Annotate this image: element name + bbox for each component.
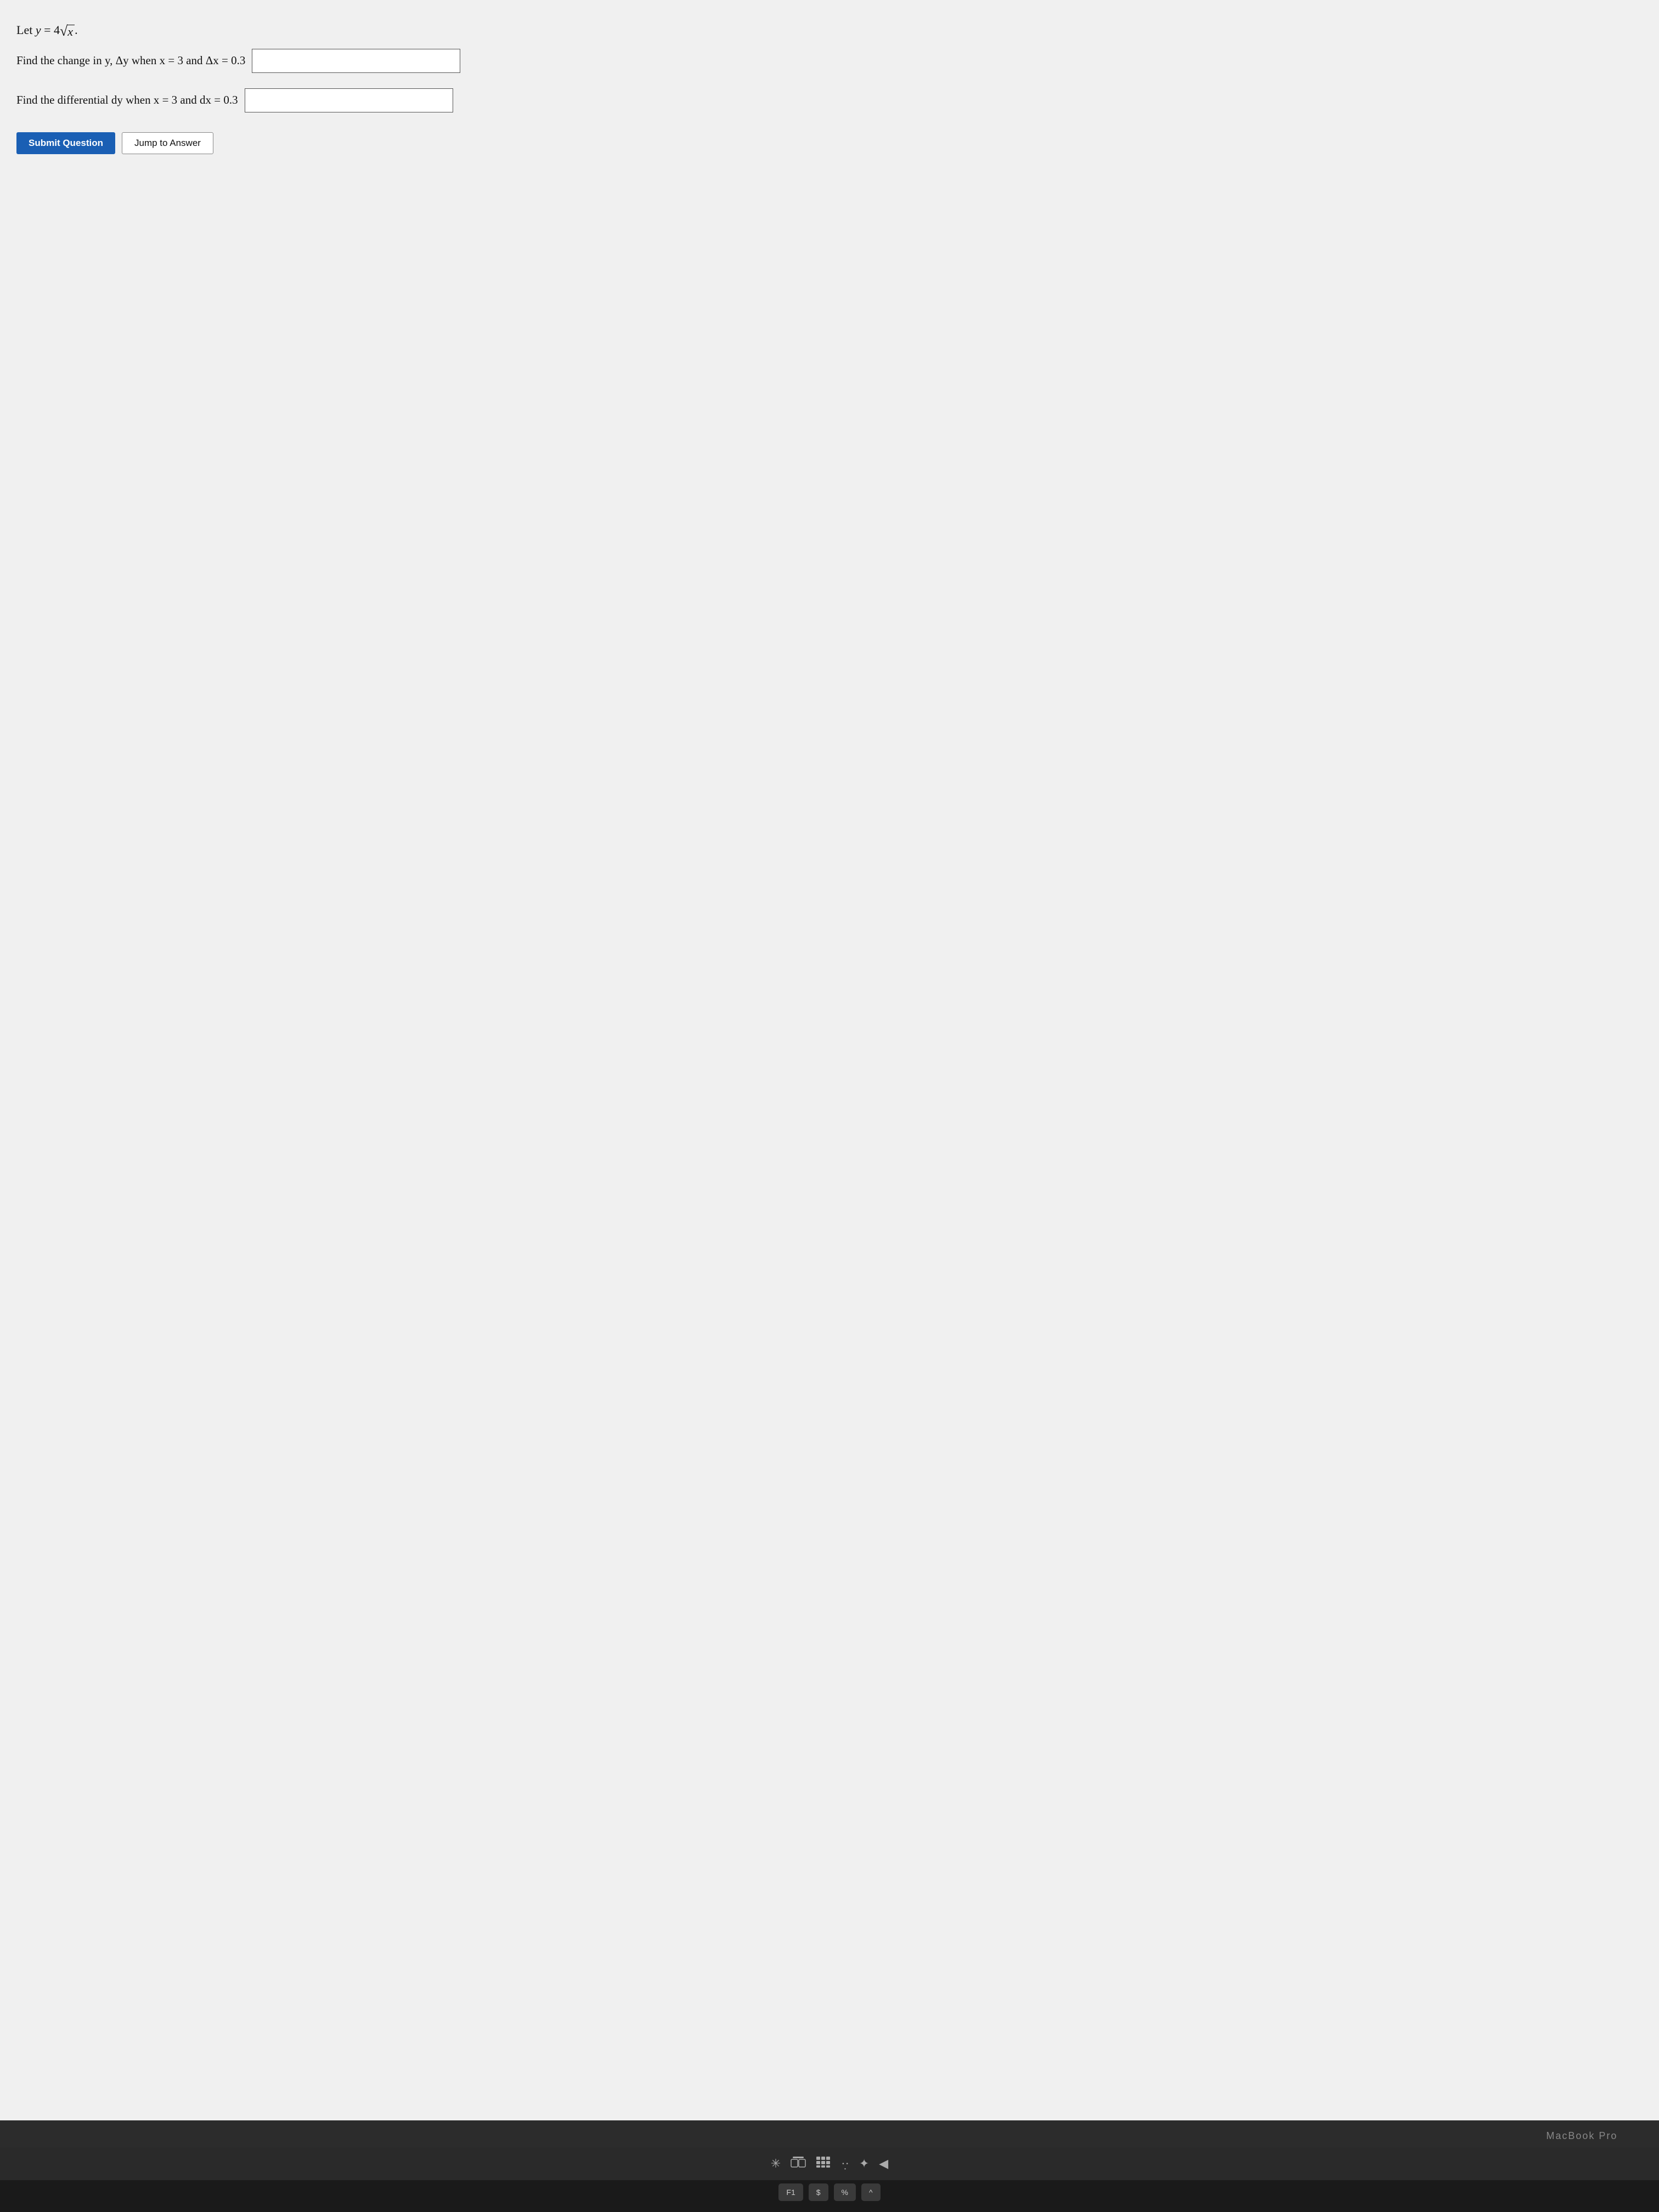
keyboard-bottom-row[interactable]: F1 $ % ^ [0, 2180, 1659, 2212]
macbook-label: MacBook Pro [42, 2130, 1618, 2142]
grid-icon [816, 2156, 831, 2171]
part1-row: Find the change in y, Δy when x = 3 and … [16, 49, 1643, 73]
back-icon: ◀ [879, 2157, 888, 2171]
brightness-icon: ✳ [771, 2157, 781, 2171]
keyboard-function-row: ✳ ·̣· ✦ ◀ [0, 2147, 1659, 2180]
jump-to-answer-button[interactable]: Jump to Answer [122, 132, 213, 154]
bright-icon: ✦ [859, 2157, 869, 2171]
sqrt-expression: √x [60, 24, 75, 38]
key-dollar[interactable]: $ [809, 2183, 828, 2201]
key-f1[interactable]: F1 [778, 2183, 803, 2201]
buttons-row: Submit Question Jump to Answer [16, 132, 1643, 154]
dy-input[interactable] [245, 88, 453, 112]
submit-button[interactable]: Submit Question [16, 132, 115, 154]
key-caret[interactable]: ^ [861, 2183, 881, 2201]
empty-space [16, 154, 1643, 2087]
part2-text: Find the differential dy when x = 3 and … [16, 93, 238, 107]
laptop-bottom: MacBook Pro ✳ ·̣· ✦ [0, 2120, 1659, 2212]
mission-control-icon [791, 2156, 806, 2171]
dim-brightness-icon: ·̣· [841, 2157, 849, 2171]
key-percent[interactable]: % [834, 2183, 856, 2201]
part1-text: Find the change in y, Δy when x = 3 and … [16, 54, 245, 67]
part2-row: Find the differential dy when x = 3 and … [16, 88, 1643, 112]
definition-line: Let y = 4√x. [16, 22, 1643, 39]
y-var: y [36, 23, 41, 37]
main-content: Let y = 4√x. Find the change in y, Δy wh… [0, 0, 1659, 2120]
delta-y-input[interactable] [252, 49, 460, 73]
